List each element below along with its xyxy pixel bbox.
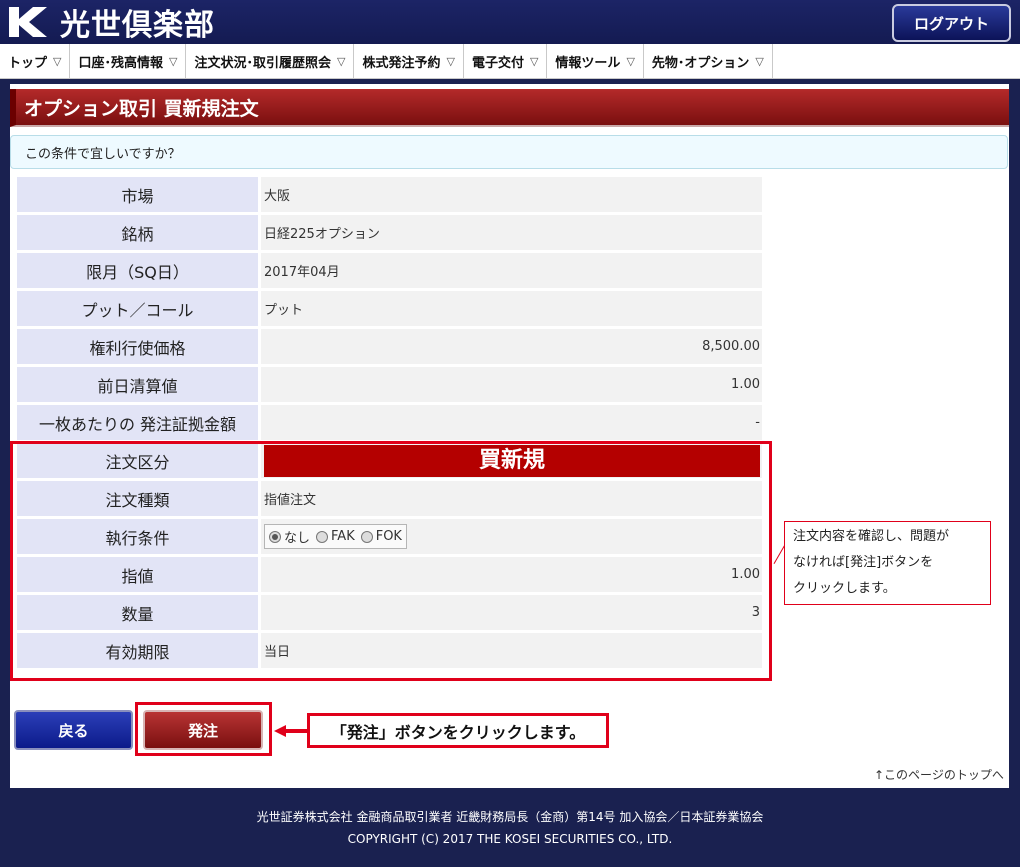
place-order-button[interactable]: 発注 [143, 710, 263, 750]
row-label: 一枚あたりの 発注証拠金額 [17, 405, 258, 440]
radio-option-fok[interactable]: FOK [360, 529, 402, 544]
row-value: なし FAK FOK [261, 519, 762, 554]
row-label: 前日清算値 [17, 367, 258, 402]
radio-option-none[interactable]: なし [269, 527, 310, 546]
chevron-down-icon: ▽ [755, 54, 764, 68]
row-value: 3 [261, 595, 762, 630]
callout-line-1: 注文内容を確認し、問題が [793, 529, 950, 544]
row-value: 当日 [261, 633, 762, 668]
logout-button[interactable]: ログアウト [892, 4, 1011, 42]
row-value: 大阪 [261, 177, 762, 212]
row-label: 注文区分 [17, 443, 258, 478]
row-value: 1.00 [261, 557, 762, 592]
nav-item-label: 口座･残高情報 [78, 55, 163, 71]
nav-item-info-tools[interactable]: 情報ツール ▽ [547, 44, 644, 78]
row-label: 有効期限 [17, 633, 258, 668]
nav-item-account[interactable]: 口座･残高情報 ▽ [70, 44, 187, 78]
row-value: 8,500.00 [261, 329, 762, 364]
table-row: 一枚あたりの 発注証拠金額 - [17, 405, 762, 440]
nav-item-e-delivery[interactable]: 電子交付 ▽ [464, 44, 548, 78]
footer-company: 光世証券株式会社 金融商品取引業者 近畿財務局長（金商）第14号 加入協会／日本… [256, 810, 764, 824]
nav-item-label: 電子交付 [471, 55, 524, 71]
table-row: 権利行使価格 8,500.00 [17, 329, 762, 364]
row-label: 市場 [17, 177, 258, 212]
table-row: 有効期限 当日 [17, 633, 762, 668]
row-label: 限月（SQ日） [17, 253, 258, 288]
chevron-down-icon: ▽ [529, 54, 539, 68]
chevron-down-icon: ▽ [626, 54, 635, 68]
table-row: 限月（SQ日） 2017年04月 [17, 253, 762, 288]
table-row: 執行条件 なし FAK FOK [17, 519, 762, 554]
row-label: 数量 [17, 595, 258, 630]
chevron-down-icon: ▽ [446, 54, 455, 68]
row-label: 銘柄 [17, 215, 258, 250]
logo-k-icon [6, 5, 52, 39]
execution-condition-radios: なし FAK FOK [264, 524, 407, 549]
table-row: 数量 3 [17, 595, 762, 630]
row-value: 指値注文 [261, 481, 762, 516]
table-row: プット／コール プット [17, 291, 762, 326]
footer-copyright: COPYRIGHT (C) 2017 THE KOSEI SECURITIES … [347, 832, 673, 846]
table-row: 銘柄 日経225オプション [17, 215, 762, 250]
nav-item-label: 株式発注予約 [362, 55, 441, 71]
nav-item-top[interactable]: トップ ▽ [0, 44, 71, 78]
arrow-left-icon [274, 725, 310, 737]
nav-item-label: 先物･オプション [651, 55, 750, 71]
nav-item-order-status[interactable]: 注文状況･取引履歴照会 ▽ [186, 44, 355, 78]
radio-label: FAK [331, 529, 355, 544]
chevron-down-icon: ▽ [336, 54, 346, 68]
row-value: - [261, 405, 762, 440]
row-label: 権利行使価格 [17, 329, 258, 364]
main-nav: トップ ▽ 口座･残高情報 ▽ 注文状況･取引履歴照会 ▽ 株式発注予約 ▽ 電子交付 ▽… [0, 44, 1020, 79]
nav-item-label: トップ [8, 55, 48, 71]
content-panel: オプション取引 買新規注文 この条件で宜しいですか？ 市場 大阪 銘柄 日経22… [10, 84, 1009, 788]
table-row: 指値 1.00 [17, 557, 762, 592]
callout-note: 注文内容を確認し、問題が なければ[発注]ボタンを クリックします。 [784, 521, 991, 605]
radio-option-fak[interactable]: FAK [316, 529, 355, 544]
chevron-down-icon: ▽ [169, 54, 178, 68]
footer: 光世証券株式会社 金融商品取引業者 近畿財務局長（金商）第14号 加入協会／日本… [0, 806, 1020, 850]
row-label: 指値 [17, 557, 258, 592]
row-value: 日経225オプション [261, 215, 762, 250]
order-type-badge: 買新規 [264, 444, 760, 477]
nav-item-label: 注文状況･取引履歴照会 [194, 55, 331, 71]
confirm-message: この条件で宜しいですか？ [10, 135, 1008, 169]
row-label: 執行条件 [17, 519, 258, 554]
nav-item-futures-options[interactable]: 先物･オプション ▽ [644, 44, 773, 78]
order-detail-table: 市場 大阪 銘柄 日経225オプション 限月（SQ日） 2017年04月 プット… [14, 174, 765, 671]
page-title: オプション取引 買新規注文 [10, 89, 1009, 127]
nav-item-stock-reservation[interactable]: 株式発注予約 ▽ [354, 44, 464, 78]
radio-selected-icon [269, 530, 281, 543]
row-value: 2017年04月 [261, 253, 762, 288]
chevron-down-icon: ▽ [53, 54, 62, 68]
radio-label: FOK [375, 529, 402, 544]
table-row: 注文区分 買新規 [17, 443, 762, 478]
row-label: 注文種類 [17, 481, 258, 516]
radio-icon [360, 530, 373, 543]
header-bar: 光世倶楽部 ログアウト [0, 0, 1020, 44]
row-value: 買新規 [261, 443, 762, 478]
row-value: 1.00 [261, 367, 762, 402]
back-button[interactable]: 戻る [14, 710, 133, 750]
brand-name: 光世倶楽部 [60, 8, 215, 43]
logo[interactable]: 光世倶楽部 [6, 4, 215, 43]
callout-line-3: クリックします。 [793, 581, 896, 596]
callout-line-2: なければ[発注]ボタンを [793, 555, 934, 570]
table-row: 市場 大阪 [17, 177, 762, 212]
nav-item-label: 情報ツール [555, 55, 621, 71]
radio-icon [316, 530, 329, 543]
page-top-link[interactable]: ↑このページのトップへ [874, 766, 1004, 783]
instruction-note: 「発注」ボタンをクリックします。 [307, 713, 609, 748]
radio-label: なし [284, 531, 311, 546]
row-value: プット [261, 291, 762, 326]
row-label: プット／コール [17, 291, 258, 326]
table-row: 注文種類 指値注文 [17, 481, 762, 516]
table-row: 前日清算値 1.00 [17, 367, 762, 402]
